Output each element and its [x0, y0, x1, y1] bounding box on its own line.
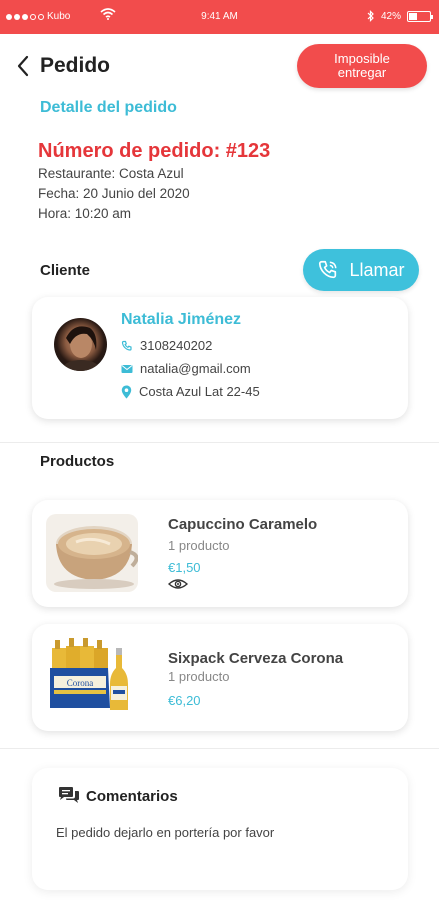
- back-chevron-icon[interactable]: [14, 54, 34, 78]
- client-email-row[interactable]: natalia@gmail.com: [121, 361, 251, 376]
- divider: [0, 748, 439, 749]
- product-card[interactable]: Capuccino Caramelo 1 producto €1,50: [32, 500, 408, 607]
- mail-icon: [121, 364, 133, 373]
- product-quantity: 1 producto: [168, 669, 230, 684]
- svg-text:Corona: Corona: [67, 678, 94, 688]
- product-name: Capuccino Caramelo: [168, 516, 318, 533]
- product-card[interactable]: Corona Sixpack Cerveza Corona 1 producto…: [32, 624, 408, 731]
- battery-percent: 42%: [380, 10, 401, 22]
- impossible-deliver-button[interactable]: Imposible entregar: [297, 44, 427, 88]
- eye-icon[interactable]: [168, 578, 188, 590]
- comments-card: Comentarios El pedido dejarlo en porterí…: [32, 768, 408, 890]
- battery-icon: [407, 10, 433, 22]
- client-phone: 3108240202: [140, 338, 213, 353]
- divider: [0, 442, 439, 443]
- client-card: Natalia Jiménez 3108240202 natalia@gmail…: [32, 297, 408, 419]
- comments-title: Comentarios: [86, 788, 178, 805]
- avatar: [54, 318, 107, 371]
- order-info: Restaurante: Costa Azul Fecha: 20 Junio …: [38, 164, 190, 224]
- order-restaurant: Restaurante: Costa Azul: [38, 166, 184, 181]
- order-date: Fecha: 20 Junio del 2020: [38, 186, 190, 201]
- product-image-corona: Corona: [46, 638, 138, 716]
- status-bar: Kubo 9:41 AM 42%: [0, 0, 439, 34]
- phone-call-icon: [319, 260, 338, 279]
- products-heading: Productos: [40, 453, 115, 470]
- chat-icon: [59, 787, 79, 803]
- header: Pedido Imposible entregar: [0, 44, 439, 90]
- bluetooth-icon: [367, 10, 374, 22]
- comments-text: El pedido dejarlo en portería por favor: [56, 825, 275, 840]
- order-number: Número de pedido: #123: [38, 140, 271, 162]
- product-price: €1,50: [168, 560, 201, 575]
- client-address-row[interactable]: Costa Azul Lat 22-45: [121, 384, 260, 399]
- location-pin-icon: [121, 385, 132, 398]
- product-quantity: 1 producto: [168, 538, 230, 553]
- order-detail-link[interactable]: Detalle del pedido: [40, 99, 177, 117]
- order-time: Hora: 10:20 am: [38, 206, 132, 221]
- client-phone-row[interactable]: 3108240202: [121, 338, 212, 353]
- client-heading: Cliente: [40, 262, 91, 279]
- client-name: Natalia Jiménez: [121, 311, 242, 328]
- call-button[interactable]: Llamar: [303, 249, 419, 291]
- client-address: Costa Azul Lat 22-45: [139, 384, 260, 399]
- page-title: Pedido: [40, 54, 111, 77]
- product-name: Sixpack Cerveza Corona: [168, 650, 344, 667]
- product-price: €6,20: [168, 693, 201, 708]
- call-button-label: Llamar: [349, 259, 405, 280]
- product-image-cappuccino: [46, 514, 138, 592]
- client-email: natalia@gmail.com: [140, 361, 251, 376]
- phone-icon: [121, 340, 132, 351]
